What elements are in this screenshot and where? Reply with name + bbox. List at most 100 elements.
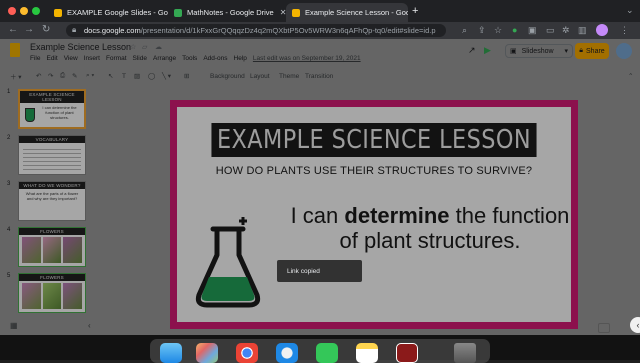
screencastify-icon[interactable] bbox=[396, 343, 418, 363]
menu-addons[interactable]: Add-ons bbox=[203, 55, 227, 62]
menu-insert[interactable]: Insert bbox=[84, 55, 100, 62]
slide-thumbnail-3[interactable]: WHAT DO WE WONDER? What are the parts of… bbox=[18, 181, 86, 221]
new-tab-button[interactable]: + bbox=[412, 5, 418, 17]
menu-edit[interactable]: Edit bbox=[46, 55, 57, 62]
slide-subtitle[interactable]: HOW DO PLANTS USE THEIR STRUCTURES TO SU… bbox=[177, 165, 571, 177]
back-icon[interactable]: ← bbox=[8, 24, 18, 35]
slides-logo-icon[interactable] bbox=[10, 43, 20, 57]
slideshow-button[interactable]: ▣ Slideshow ▾ bbox=[505, 44, 573, 58]
explore-button[interactable]: ‹ bbox=[630, 317, 640, 333]
select-icon[interactable]: ↖ bbox=[108, 72, 113, 80]
menu-view[interactable]: View bbox=[64, 55, 78, 62]
slide-canvas[interactable]: EXAMPLE SCIENCE LESSON HOW DO PLANTS USE… bbox=[170, 100, 578, 329]
messages-icon[interactable] bbox=[316, 343, 338, 363]
theme-button[interactable]: Theme bbox=[279, 73, 299, 80]
close-tab-icon[interactable]: ✕ bbox=[274, 8, 286, 17]
menu-tools[interactable]: Tools bbox=[182, 55, 197, 62]
toast-notification: Link copied bbox=[277, 260, 362, 282]
notes-icon[interactable] bbox=[356, 343, 378, 363]
image-icon[interactable]: ▨ bbox=[134, 72, 140, 80]
new-slide-icon[interactable]: ＋ ▾ bbox=[10, 71, 22, 81]
share-button[interactable]: 🔒︎ Share bbox=[575, 43, 609, 59]
tab-search-icon[interactable]: ⌄ bbox=[626, 5, 634, 16]
minimize-window-icon[interactable] bbox=[20, 7, 28, 15]
document-title[interactable]: Example Science Lesson bbox=[30, 42, 131, 52]
slide-number: 5 bbox=[7, 273, 11, 279]
finder-icon[interactable] bbox=[160, 343, 182, 363]
extension-green-icon[interactable]: ● bbox=[512, 25, 517, 35]
safari-icon[interactable] bbox=[276, 343, 298, 363]
text-box-icon[interactable]: T bbox=[122, 73, 126, 80]
move-folder-icon[interactable]: ▱ bbox=[142, 43, 147, 51]
undo-icon[interactable]: ↶ bbox=[36, 72, 41, 80]
slide-title[interactable]: EXAMPLE SCIENCE LESSON bbox=[211, 123, 537, 157]
learning-objective[interactable]: I can determine the function of plant st… bbox=[285, 203, 575, 253]
vocab-table-graphic bbox=[23, 146, 81, 170]
flask-icon[interactable] bbox=[193, 215, 263, 311]
menu-help[interactable]: Help bbox=[234, 55, 247, 62]
share-label: Share bbox=[586, 47, 605, 55]
slide-thumbnail-1[interactable]: EXAMPLE SCIENCE LESSON I can determine t… bbox=[18, 89, 86, 129]
browser-tab-1[interactable]: EXAMPLE Google Slides - Goo ✕ bbox=[48, 3, 168, 22]
thumb-title: WHAT DO WE WONDER? bbox=[19, 182, 85, 189]
share-page-icon[interactable]: ⇪ bbox=[478, 25, 486, 36]
comment-icon[interactable]: ⊞ bbox=[184, 72, 189, 80]
collapse-toolbar-icon[interactable]: ⌃ bbox=[628, 72, 633, 80]
forward-icon[interactable]: → bbox=[24, 24, 34, 35]
line-icon[interactable]: ╲ ▾ bbox=[162, 72, 171, 80]
slide-thumbnail-2[interactable]: VOCABULARY bbox=[18, 135, 86, 175]
slides-favicon-icon bbox=[54, 8, 62, 17]
browser-menu-icon[interactable]: ⋮ bbox=[620, 25, 629, 36]
close-window-icon[interactable] bbox=[8, 7, 16, 15]
menu-slide[interactable]: Slide bbox=[133, 55, 147, 62]
thumb-title: FLOWERS bbox=[19, 274, 85, 281]
paint-format-icon[interactable]: ✎ bbox=[72, 72, 77, 80]
trash-icon[interactable] bbox=[454, 343, 476, 363]
flask-icon bbox=[25, 108, 35, 122]
zoom-icon[interactable]: ⌕ ▾ bbox=[86, 72, 94, 80]
menu-file[interactable]: File bbox=[30, 55, 40, 62]
thumb-title: VOCABULARY bbox=[19, 136, 85, 143]
redo-icon[interactable]: ↷ bbox=[48, 72, 53, 80]
background-button[interactable]: Background bbox=[210, 73, 245, 80]
sidebar-icon[interactable]: ▥ bbox=[578, 25, 587, 36]
launchpad-icon[interactable] bbox=[196, 343, 218, 363]
slide-number: 3 bbox=[7, 181, 11, 187]
slide-number: 1 bbox=[7, 89, 11, 95]
transition-button[interactable]: Transition bbox=[305, 73, 333, 80]
slide-number: 2 bbox=[7, 135, 11, 141]
last-edit-link[interactable]: Last edit was on September 19, 2021 bbox=[253, 55, 361, 62]
slide-thumbnail-5[interactable]: FLOWERS bbox=[18, 273, 86, 313]
layout-button[interactable]: Layout bbox=[250, 73, 270, 80]
user-avatar[interactable] bbox=[616, 43, 632, 59]
menu-arrange[interactable]: Arrange bbox=[153, 55, 176, 62]
extension-icon[interactable]: ▣ bbox=[528, 25, 537, 36]
chrome-icon[interactable] bbox=[236, 343, 258, 363]
speaker-notes-icon[interactable] bbox=[598, 323, 610, 333]
cast-icon[interactable]: ▭ bbox=[546, 25, 555, 36]
zoom-window-icon[interactable] bbox=[32, 7, 40, 15]
shape-icon[interactable]: ◯ bbox=[148, 72, 155, 80]
slide-number: 4 bbox=[7, 227, 11, 233]
profile-avatar[interactable] bbox=[596, 24, 608, 36]
star-icon[interactable]: ☆ bbox=[130, 43, 136, 51]
browser-tab-2[interactable]: MathNotes - Google Drive ✕ bbox=[168, 3, 286, 22]
cloud-status-icon: ☁ bbox=[155, 44, 162, 51]
print-icon[interactable]: ⎙ bbox=[60, 72, 65, 80]
slides-favicon-icon bbox=[292, 8, 300, 17]
collapse-filmstrip-icon[interactable]: ‹ bbox=[88, 321, 91, 330]
puzzle-extensions-icon[interactable]: ✲ bbox=[562, 25, 570, 36]
menu-format[interactable]: Format bbox=[106, 55, 127, 62]
slide-thumbnail-4[interactable]: FLOWERS bbox=[18, 227, 86, 267]
url-path: /presentation/d/1kFxxGrQQqqzDz4q2mQXbtP5… bbox=[140, 26, 436, 35]
bookmark-star-icon[interactable]: ☆ bbox=[494, 25, 502, 36]
url-input[interactable]: 🔒︎ docs.google.com/presentation/d/1kFxxG… bbox=[66, 24, 446, 37]
reload-icon[interactable]: ↻ bbox=[42, 24, 50, 35]
slide-content[interactable]: EXAMPLE SCIENCE LESSON HOW DO PLANTS USE… bbox=[177, 107, 571, 322]
meet-icon[interactable]: ▶ bbox=[484, 45, 491, 56]
search-icon[interactable]: ⌕ bbox=[462, 25, 467, 36]
browser-tab-3[interactable]: Example Science Lesson - Goo ✕ bbox=[286, 3, 408, 22]
activity-dashboard-icon[interactable]: ↗ bbox=[468, 45, 476, 56]
chevron-down-icon[interactable]: ▾ bbox=[564, 47, 568, 55]
grid-view-icon[interactable]: ▦ bbox=[10, 321, 18, 330]
